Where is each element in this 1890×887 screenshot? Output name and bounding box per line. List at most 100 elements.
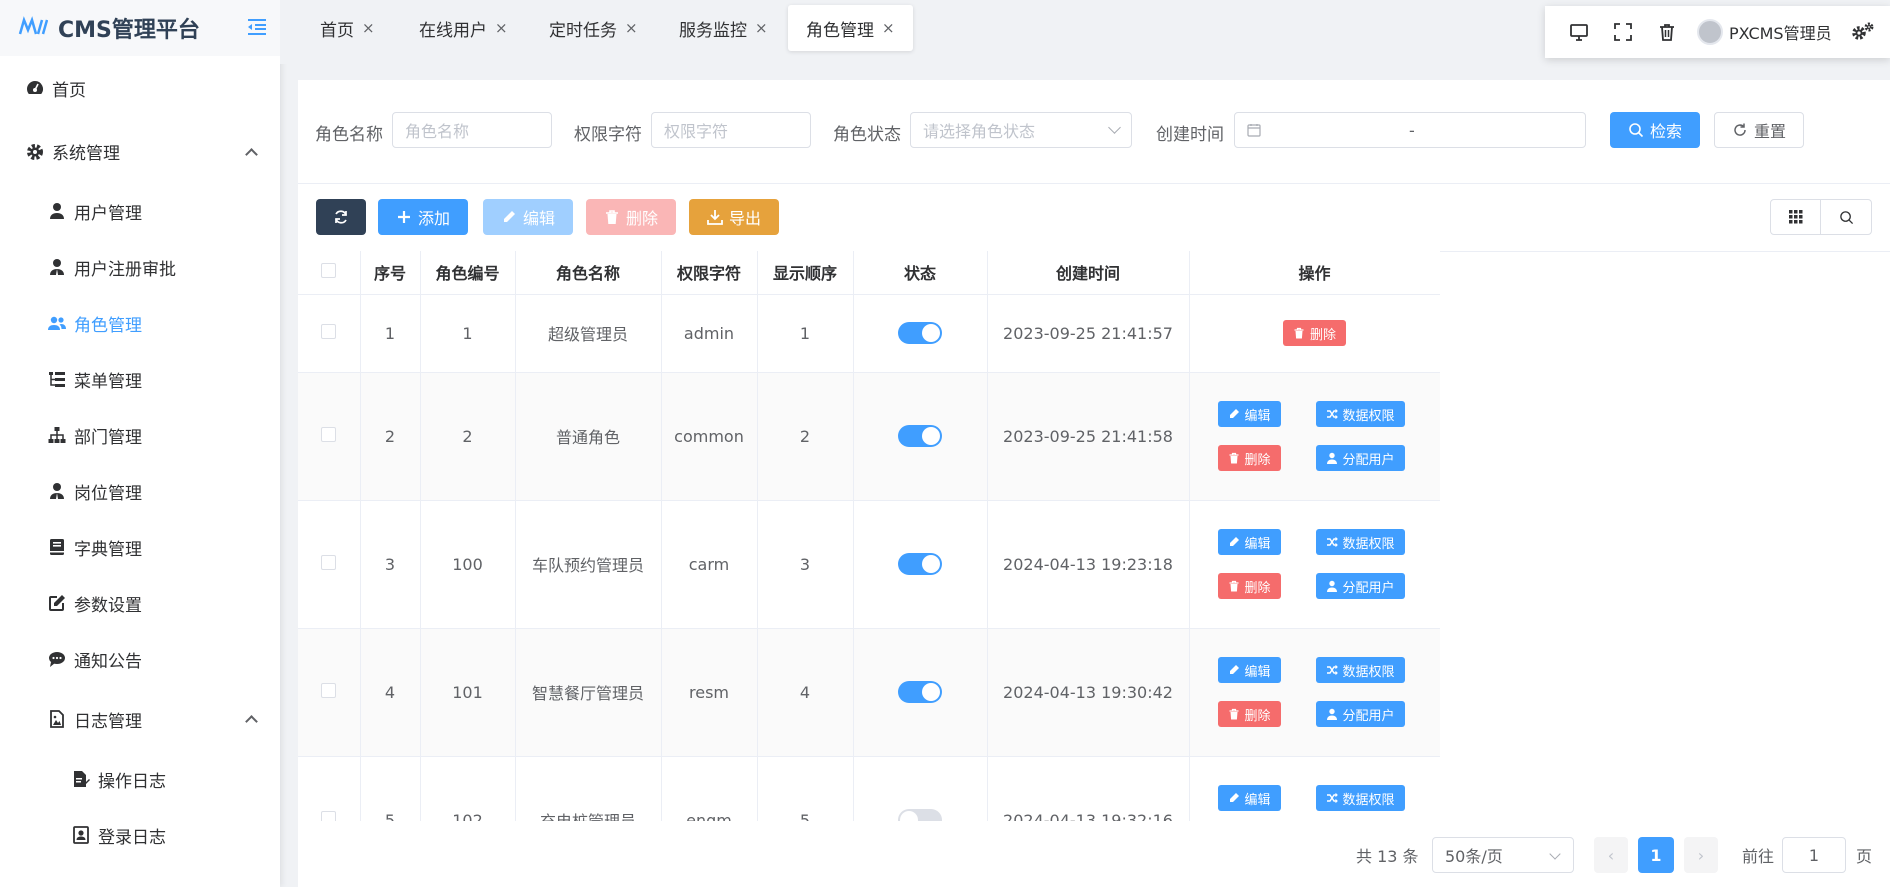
row-edit-button[interactable]: 编辑	[1217, 401, 1281, 427]
sidebar-item-label: 用户注册审批	[74, 259, 176, 280]
sidebar-item-login-log[interactable]: 登录日志	[0, 807, 280, 863]
row-edit-button[interactable]: 编辑	[1217, 657, 1281, 683]
date-range-picker[interactable]: -	[1234, 112, 1586, 148]
role-status-select[interactable]: 请选择角色状态	[910, 112, 1132, 148]
row-checkbox[interactable]	[321, 554, 337, 570]
delete-label: 删除	[1244, 708, 1271, 724]
tab-roles[interactable]: 角色管理 ×	[788, 5, 913, 51]
edit-button[interactable]: 编辑	[483, 199, 573, 235]
search-button[interactable]: 检索	[1610, 112, 1700, 148]
created-time-cell: 2023-09-25 21:41:57	[987, 294, 1190, 373]
sidebar-item-label: 菜单管理	[74, 371, 142, 392]
tab-online-users[interactable]: 在线用户 ×	[401, 5, 526, 51]
seq-cell: 2	[360, 372, 421, 501]
close-icon[interactable]: ×	[882, 19, 895, 37]
row-assign-user-button[interactable]: 分配用户	[1315, 573, 1405, 599]
row-checkbox[interactable]	[321, 426, 337, 442]
row-delete-button[interactable]: 删除	[1217, 445, 1281, 471]
status-switch[interactable]	[898, 681, 942, 703]
row-delete-button[interactable]: 删除	[1217, 573, 1281, 599]
status-switch[interactable]	[898, 553, 942, 575]
goto-label: 前往	[1742, 847, 1775, 866]
next-page-button[interactable]: ›	[1684, 837, 1718, 873]
role-name-cell: 智慧餐厅管理员	[515, 628, 662, 757]
row-assign-user-button[interactable]: 分配用户	[1315, 445, 1405, 471]
sidebar-item-oper-log[interactable]: 操作日志	[0, 751, 280, 807]
username[interactable]: PXCMS管理员	[1729, 20, 1832, 44]
role-key-input[interactable]: 权限字符	[651, 112, 811, 148]
actions-cell: 编辑 数据权限删除 分配用户	[1189, 500, 1440, 629]
delete-button[interactable]: 删除	[586, 199, 676, 235]
sidebar-item-users[interactable]: 用户管理	[0, 183, 280, 239]
sidebar-item-logs[interactable]: 日志管理	[0, 687, 280, 751]
sidebar-item-system[interactable]: 系统管理	[0, 120, 280, 183]
goto-page-input[interactable]: 1	[1782, 837, 1846, 873]
fullscreen-icon[interactable]	[1611, 20, 1635, 44]
sidebar-item-menus[interactable]: 菜单管理	[0, 351, 280, 407]
tab-home[interactable]: 首页 ×	[302, 5, 393, 51]
sidebar-item-posts[interactable]: 岗位管理	[0, 463, 280, 519]
row-data-scope-button[interactable]: 数据权限	[1315, 785, 1405, 811]
edit-label: 编辑	[1244, 536, 1271, 552]
sidebar-item-label: 角色管理	[74, 315, 142, 336]
actions-cell: 删除	[1189, 294, 1440, 373]
export-button[interactable]: 导出	[689, 199, 779, 235]
close-icon[interactable]: ×	[625, 19, 638, 37]
role-key-cell: admin	[661, 294, 758, 373]
row-edit-button[interactable]: 编辑	[1217, 785, 1281, 811]
columns-toggle-button[interactable]	[1771, 200, 1821, 234]
status-switch[interactable]	[898, 322, 942, 344]
random-icon	[1326, 537, 1338, 547]
trash-icon[interactable]	[1655, 20, 1679, 44]
row-checkbox[interactable]	[321, 810, 337, 821]
tab-server-monitor[interactable]: 服务监控 ×	[661, 5, 786, 51]
delete-label: 删除	[1309, 327, 1336, 343]
delete-label: 删除	[1244, 580, 1271, 596]
sidebar-item-dict[interactable]: 字典管理	[0, 519, 280, 575]
row-edit-button[interactable]: 编辑	[1217, 529, 1281, 555]
prev-page-button[interactable]: ‹	[1594, 837, 1628, 873]
settings-gears-icon[interactable]	[1850, 20, 1874, 44]
reset-button-label: 重置	[1753, 122, 1786, 141]
row-delete-button[interactable]: 删除	[1282, 320, 1346, 346]
sidebar-item-user-approval[interactable]: 用户注册审批	[0, 239, 280, 295]
add-button[interactable]: 添加	[378, 199, 468, 235]
sidebar-item-notice[interactable]: 通知公告	[0, 631, 280, 687]
tab-jobs[interactable]: 定时任务 ×	[531, 5, 656, 51]
row-data-scope-button[interactable]: 数据权限	[1315, 401, 1405, 427]
trash-icon	[1229, 452, 1238, 464]
users-icon	[48, 316, 66, 330]
table-row: 4 101 智慧餐厅管理员 resm 4 2024-04-13 19:30:42 编辑 数据权…	[298, 628, 1440, 757]
logo[interactable]: CMS管理平台	[0, 0, 280, 56]
chevron-down-icon	[1549, 848, 1561, 860]
current-page-button[interactable]: 1	[1638, 837, 1674, 873]
avatar[interactable]	[1697, 19, 1723, 45]
row-checkbox[interactable]	[321, 323, 337, 339]
table-tools	[1770, 199, 1872, 235]
row-data-scope-button[interactable]: 数据权限	[1315, 657, 1405, 683]
row-data-scope-button[interactable]: 数据权限	[1315, 529, 1405, 555]
search-toggle-button[interactable]	[1821, 200, 1871, 234]
created-time-label: 创建时间	[1156, 125, 1224, 145]
row-checkbox[interactable]	[321, 682, 337, 698]
reset-button[interactable]: 重置	[1714, 112, 1804, 148]
select-all-checkbox[interactable]	[321, 262, 337, 278]
seq-cell: 1	[360, 294, 421, 373]
status-switch[interactable]	[898, 809, 942, 821]
status-switch[interactable]	[898, 425, 942, 447]
order-cell: 4	[757, 628, 854, 757]
close-icon[interactable]: ×	[362, 19, 375, 37]
sidebar-item-roles[interactable]: 角色管理	[0, 295, 280, 351]
sidebar-item-home[interactable]: 首页	[0, 56, 280, 120]
refresh-table-button[interactable]	[316, 199, 366, 235]
page-size-select[interactable]: 50条/页	[1432, 837, 1574, 873]
collapse-sidebar-icon[interactable]	[246, 16, 268, 38]
close-icon[interactable]: ×	[495, 19, 508, 37]
sidebar-item-depts[interactable]: 部门管理	[0, 407, 280, 463]
row-delete-button[interactable]: 删除	[1217, 701, 1281, 727]
sidebar-item-config[interactable]: 参数设置	[0, 575, 280, 631]
row-assign-user-button[interactable]: 分配用户	[1315, 701, 1405, 727]
close-icon[interactable]: ×	[755, 19, 768, 37]
monitor-icon[interactable]	[1567, 20, 1591, 44]
role-name-input[interactable]: 角色名称	[392, 112, 552, 148]
